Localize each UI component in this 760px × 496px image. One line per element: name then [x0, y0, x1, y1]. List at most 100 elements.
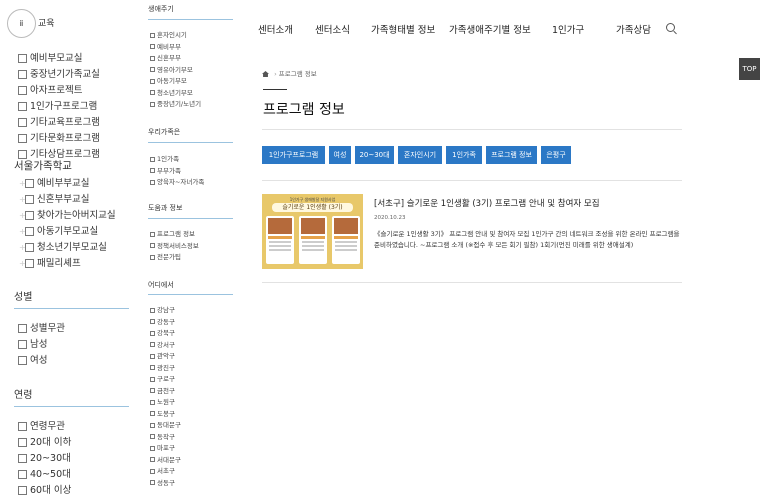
nav-family-counsel[interactable]: 가족상담: [616, 22, 651, 36]
gender-filter-item[interactable]: 남성: [18, 336, 47, 350]
nav-center-intro[interactable]: 센터소개: [258, 22, 293, 36]
checkbox[interactable]: [18, 356, 27, 365]
tag-single-family[interactable]: 1인가족: [446, 146, 482, 164]
checkbox[interactable]: [150, 319, 155, 324]
lifecycle-filter-item[interactable]: 혼자인시기: [150, 29, 187, 39]
checkbox[interactable]: [150, 388, 155, 393]
checkbox[interactable]: [150, 457, 155, 462]
search-icon[interactable]: [666, 23, 675, 32]
tag-female[interactable]: 여성: [329, 146, 351, 164]
age-filter-item[interactable]: 연령무관: [18, 418, 65, 432]
checkbox[interactable]: [150, 67, 155, 72]
checkbox[interactable]: [150, 44, 155, 49]
checkbox[interactable]: [18, 340, 27, 349]
checkbox[interactable]: [150, 376, 155, 382]
nav-lifecycle-info[interactable]: 가족생애주기별 정보: [449, 22, 531, 36]
district-filter-item[interactable]: 구로구: [150, 373, 175, 383]
checkbox[interactable]: [150, 101, 155, 107]
age-filter-item[interactable]: 20~30대: [18, 450, 71, 464]
checkbox[interactable]: [150, 90, 155, 95]
district-filter-item[interactable]: 관악구: [150, 350, 175, 360]
district-filter-item[interactable]: 서초구: [150, 465, 175, 475]
seoul-school-filter-item[interactable]: + 청소년기부모교실: [19, 239, 107, 253]
checkbox[interactable]: [25, 243, 34, 252]
checkbox[interactable]: [150, 243, 155, 248]
checkbox[interactable]: [150, 307, 155, 313]
district-filter-item[interactable]: 금천구: [150, 385, 175, 395]
district-filter-item[interactable]: 동작구: [150, 431, 175, 441]
checkbox[interactable]: [150, 231, 155, 237]
district-filter-item[interactable]: 도봉구: [150, 408, 175, 418]
district-filter-item[interactable]: 노원구: [150, 396, 175, 406]
gender-filter-item[interactable]: 성별무관: [18, 320, 65, 334]
checkbox[interactable]: [18, 86, 27, 95]
nav-single-household[interactable]: 1인가구: [552, 22, 584, 36]
checkbox[interactable]: [18, 102, 27, 111]
nav-family-type-info[interactable]: 가족형태별 정보: [371, 22, 435, 36]
seoul-school-filter-item[interactable]: + 신혼부부교실: [19, 191, 89, 205]
checkbox[interactable]: [18, 70, 27, 79]
program-filter-item[interactable]: 1인가구프로그램: [18, 98, 97, 112]
checkbox[interactable]: [150, 422, 155, 428]
checkbox[interactable]: [18, 470, 27, 479]
program-filter-item[interactable]: 기타문화프로그램: [18, 130, 100, 144]
district-filter-item[interactable]: 강남구: [150, 304, 175, 314]
checkbox[interactable]: [18, 454, 27, 463]
checkbox[interactable]: [150, 55, 155, 61]
top-button[interactable]: TOP: [739, 58, 760, 80]
district-filter-item[interactable]: 서대문구: [150, 454, 181, 464]
district-filter-item[interactable]: 광진구: [150, 362, 175, 372]
checkbox[interactable]: [18, 438, 27, 447]
lifecycle-filter-item[interactable]: 청소년기부모: [150, 87, 193, 97]
checkbox[interactable]: [150, 156, 155, 162]
checkbox[interactable]: [150, 330, 155, 336]
checkbox[interactable]: [18, 324, 27, 333]
gender-filter-item[interactable]: 여성: [18, 352, 47, 366]
checkbox[interactable]: [150, 468, 155, 474]
checkbox[interactable]: [25, 259, 34, 268]
lifecycle-filter-item[interactable]: 영유아기부모: [150, 64, 193, 74]
checkbox[interactable]: [150, 399, 155, 405]
help-filter-item[interactable]: 프로그램 정보: [150, 228, 195, 238]
checkbox[interactable]: [150, 445, 155, 451]
checkbox[interactable]: [18, 118, 27, 127]
age-filter-item[interactable]: 20대 이하: [18, 434, 71, 448]
tag-20-30s[interactable]: 20~30대: [355, 146, 394, 164]
checkbox[interactable]: [150, 32, 155, 38]
lifecycle-filter-item[interactable]: 중장년기/노년기: [150, 98, 201, 108]
district-filter-item[interactable]: 마포구: [150, 442, 175, 452]
tag-program-info[interactable]: 프로그램 정보: [486, 146, 537, 164]
post-thumbnail[interactable]: 1인가구 생애발달 지원사업 슬기로운 1인생활 (3기): [262, 194, 363, 269]
help-filter-item[interactable]: 정책서비스정보: [150, 240, 199, 250]
checkbox[interactable]: [18, 134, 27, 143]
program-filter-item[interactable]: 기타교육프로그램: [18, 114, 100, 128]
home-icon[interactable]: [262, 71, 269, 77]
checkbox[interactable]: [25, 195, 34, 204]
program-filter-item[interactable]: 아자프로젝트: [18, 82, 82, 96]
checkbox[interactable]: [18, 54, 27, 63]
post-title[interactable]: [서초구] 슬기로운 1인생활 (3기) 프로그램 안내 및 참여자 모집: [374, 197, 600, 209]
nav-center-news[interactable]: 센터소식: [315, 22, 350, 36]
seoul-school-filter-item[interactable]: + 아동기부모교실: [19, 223, 98, 237]
breadcrumb-current[interactable]: 프로그램 정보: [279, 70, 317, 78]
checkbox[interactable]: [25, 211, 34, 220]
checkbox[interactable]: [150, 411, 155, 416]
checkbox[interactable]: [150, 342, 155, 347]
family-filter-item[interactable]: 부부가족: [150, 165, 181, 175]
age-filter-item[interactable]: 40~50대: [18, 466, 71, 480]
checkbox[interactable]: [150, 179, 155, 185]
lifecycle-filter-item[interactable]: 아동기부모: [150, 75, 187, 85]
lifecycle-filter-item[interactable]: 신혼부부: [150, 52, 181, 62]
seoul-school-filter-item[interactable]: + 예비부부교실: [19, 175, 89, 189]
checkbox[interactable]: [150, 434, 155, 439]
district-filter-item[interactable]: 강동구: [150, 316, 175, 326]
checkbox[interactable]: [150, 365, 155, 370]
checkbox[interactable]: [150, 254, 155, 260]
tag-alone-period[interactable]: 혼자인시기: [398, 146, 442, 164]
district-filter-item[interactable]: 강서구: [150, 339, 175, 349]
district-filter-item[interactable]: 성동구: [150, 477, 175, 487]
checkbox[interactable]: [25, 227, 34, 236]
checkbox[interactable]: [150, 168, 155, 173]
tag-eunpyeong[interactable]: 은평구: [541, 146, 571, 164]
program-filter-item[interactable]: 중장년기가족교실: [18, 66, 100, 80]
